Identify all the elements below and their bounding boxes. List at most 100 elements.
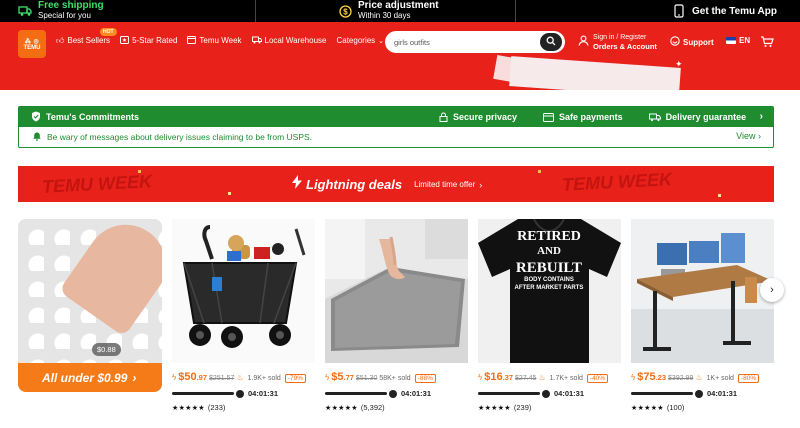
view-label: View xyxy=(736,131,756,141)
current-price: $50.97 xyxy=(178,371,207,383)
price-adjustment-segment[interactable]: $ Price adjustment Within 30 days xyxy=(256,0,516,22)
calendar-icon xyxy=(187,35,197,46)
commitments-bar[interactable]: Temu's Commitments Secure privacy Safe p… xyxy=(19,107,773,127)
current-price: $16.37 xyxy=(484,371,513,383)
promo-bar: Free shipping Special for you $ Price ad… xyxy=(0,0,800,22)
rating-row: ★★★★★ (239) xyxy=(478,403,621,412)
truck-icon xyxy=(251,36,262,46)
delivery-guarantee-item[interactable]: Delivery guarantee xyxy=(648,112,746,122)
lightning-icon: ϟ xyxy=(172,373,177,382)
user-icon xyxy=(578,33,589,51)
view-link[interactable]: View › xyxy=(736,131,761,141)
support-label: Support xyxy=(683,37,714,47)
shield-check-icon xyxy=(31,111,41,124)
original-price: $392.99 xyxy=(668,375,694,382)
search-box xyxy=(385,31,565,53)
original-price: $51.30 xyxy=(355,375,378,382)
search-input[interactable] xyxy=(394,37,534,47)
review-count: (5,392) xyxy=(360,403,385,412)
price-cents: .97 xyxy=(196,373,208,382)
card-icon xyxy=(543,112,555,122)
logo-text: TEMU xyxy=(23,44,41,51)
countdown-bar xyxy=(325,392,387,395)
chevron-right-icon: › xyxy=(479,179,483,190)
clock-icon xyxy=(542,389,550,398)
fire-icon: ♨ xyxy=(538,373,546,382)
rating-row: ★★★★★ (100) xyxy=(631,403,774,412)
product-card[interactable]: RETIRED AND REBUILT BODY CONTAINS AFTER … xyxy=(478,219,621,412)
carousel-next-button[interactable]: › xyxy=(760,278,784,302)
countdown-bar xyxy=(172,392,234,395)
free-shipping-segment[interactable]: Free shipping Special for you xyxy=(0,0,256,22)
star-rating-icon: ★★★★★ xyxy=(325,404,358,412)
confetti xyxy=(538,170,541,173)
current-price: $5.77 xyxy=(331,371,354,383)
bell-icon xyxy=(33,132,41,143)
cart-icon[interactable] xyxy=(760,35,774,53)
nav-best-sellers-label: Best Sellers xyxy=(67,36,111,45)
fire-icon: ♨ xyxy=(695,373,703,382)
lock-icon xyxy=(439,112,448,122)
lightning-deals-banner[interactable]: TEMU WEEK TEMU WEEK Lightning deals Limi… xyxy=(18,166,774,202)
free-shipping-subtitle: Special for you xyxy=(38,11,91,20)
tshirt-line-3: REBUILT xyxy=(516,260,582,276)
clock-icon xyxy=(695,389,703,398)
header-decoration xyxy=(509,56,681,90)
tshirt-line-2: AND xyxy=(537,245,561,257)
search-icon xyxy=(546,33,556,51)
us-flag-icon xyxy=(726,37,736,44)
fire-icon: ♨ xyxy=(236,373,244,382)
main-nav: 👍︎ Best Sellers HOT 5-Star Rated Temu We… xyxy=(56,27,397,46)
star-rating-icon: ★★★★★ xyxy=(631,404,664,412)
price-dollars: $75 xyxy=(637,371,656,383)
price-chip: $0.88 xyxy=(92,343,121,356)
thumbs-up-icon: 👍︎ xyxy=(56,35,65,45)
rating-row: ★★★★★ (5,392) xyxy=(325,403,468,412)
warning-text: Be wary of messages about delivery issue… xyxy=(47,132,313,142)
get-app-segment[interactable]: Get the Temu App xyxy=(516,0,800,22)
nav-temu-week[interactable]: Temu Week xyxy=(187,35,242,46)
product-image-bath-mat xyxy=(325,219,468,363)
safe-payments-item[interactable]: Safe payments xyxy=(543,112,623,122)
clock-icon xyxy=(236,389,244,398)
discount-badge: -88% xyxy=(414,374,436,383)
nav-local-warehouse[interactable]: Local Warehouse xyxy=(251,36,326,46)
sold-count: 1.9K+ sold xyxy=(247,375,281,382)
support-link[interactable]: Support xyxy=(670,36,714,48)
star-rating-icon: ★★★★★ xyxy=(172,404,205,412)
tshirt-line-1: RETIRED xyxy=(517,229,581,244)
countdown-timer: 04:01:31 xyxy=(401,389,432,398)
all-under-tile[interactable]: $0.88 All under $0.99 › xyxy=(18,219,162,392)
price-dollars: $16 xyxy=(484,371,503,383)
product-card[interactable]: ϟ $50.97 $251.57 ♨ 1.9K+ sold -79% 04:01… xyxy=(172,219,315,412)
price-cents: .23 xyxy=(655,373,667,382)
price-dollars: $5 xyxy=(331,371,344,383)
banner-watermark: TEMU WEEK xyxy=(561,169,673,195)
product-card[interactable]: ϟ $75.23 $392.99 ♨ 1K+ sold -80% 04:01:3… xyxy=(631,219,774,412)
countdown-bar xyxy=(478,392,540,395)
original-price: $251.57 xyxy=(209,375,235,382)
price-adjustment-title: Price adjustment xyxy=(358,0,439,11)
lightning-icon: ϟ xyxy=(325,373,330,382)
product-image-standing-desk xyxy=(631,219,774,363)
secure-privacy-item[interactable]: Secure privacy xyxy=(439,112,517,122)
usps-warning[interactable]: Be wary of messages about delivery issue… xyxy=(19,127,773,147)
review-count: (100) xyxy=(666,403,685,412)
sold-count: 1.7K+ sold xyxy=(549,375,583,382)
review-count: (239) xyxy=(513,403,532,412)
sign-in-label: Sign in / Register xyxy=(593,34,647,41)
search-button[interactable] xyxy=(540,33,562,51)
tshirt-line-4: BODY CONTAINS xyxy=(524,277,574,283)
nav-best-sellers[interactable]: 👍︎ Best Sellers HOT xyxy=(56,27,117,46)
clock-icon xyxy=(389,389,397,398)
chevron-right-icon: › xyxy=(759,111,763,122)
countdown-timer: 04:01:31 xyxy=(248,389,279,398)
product-card[interactable]: ϟ $5.77 $51.30 58K+ sold -88% 04:01:31 ★… xyxy=(325,219,468,412)
nav-five-star-rated[interactable]: 5-Star Rated xyxy=(120,35,177,46)
nav-categories[interactable]: Categories ⌄ xyxy=(336,36,387,45)
chevron-right-icon: › xyxy=(132,370,137,385)
lightning-deals-heading: Lightning deals Limited time offer › xyxy=(292,175,482,194)
account-menu[interactable]: Sign in / Register Orders & Account xyxy=(578,33,657,51)
language-selector[interactable]: EN xyxy=(726,36,750,45)
temu-logo[interactable]: ⁂ ◎ TEMU xyxy=(18,30,46,58)
